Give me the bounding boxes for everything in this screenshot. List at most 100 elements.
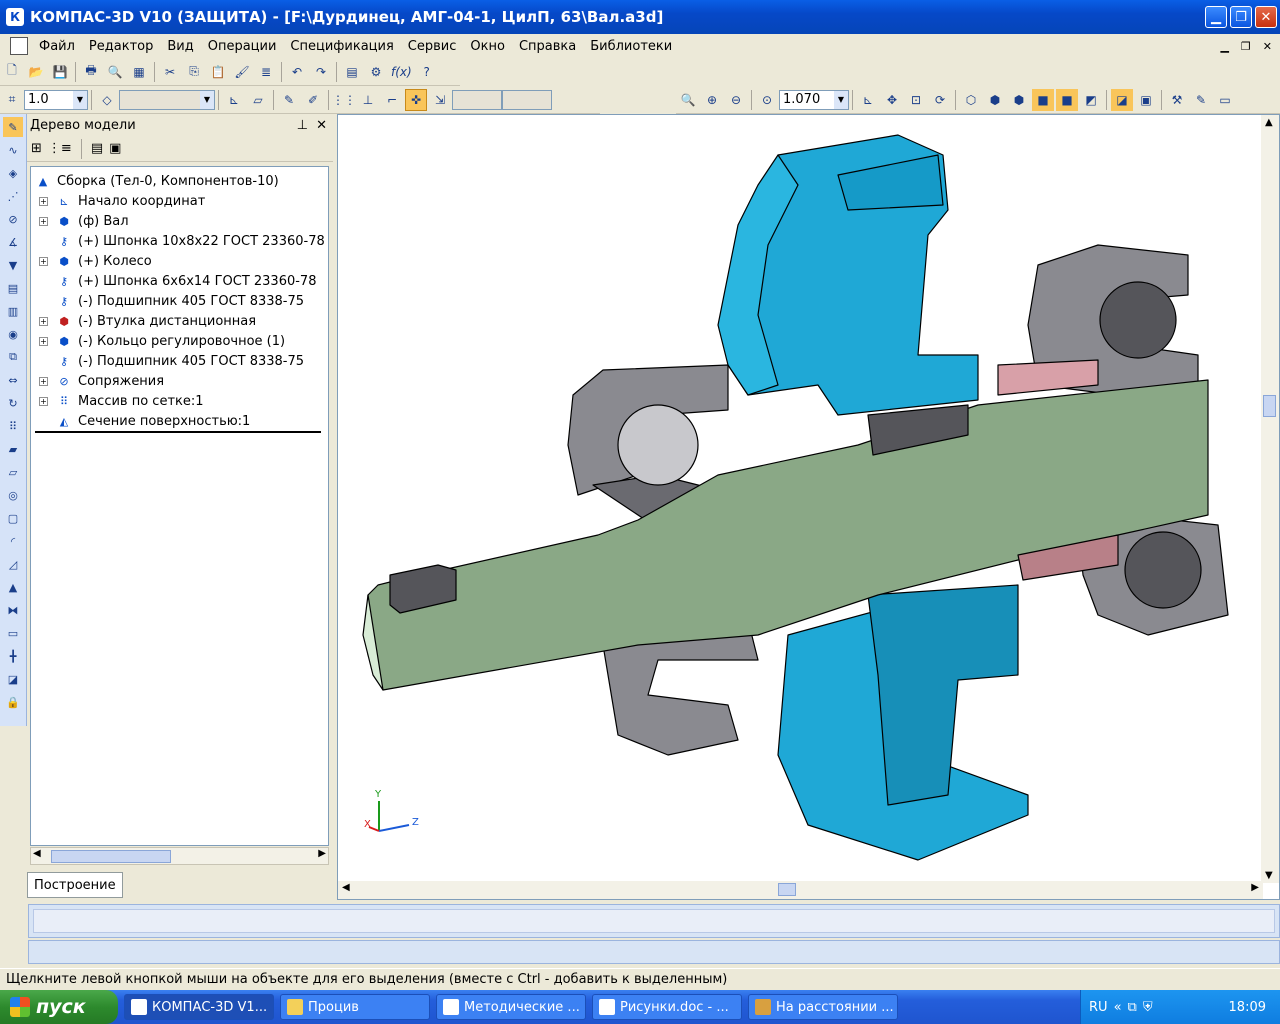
wireframe-icon[interactable]: ⬡ <box>960 89 982 111</box>
edit-sketch-icon[interactable]: ✐ <box>302 89 324 111</box>
print-preview-icon[interactable]: 🔍 <box>104 61 126 83</box>
y-coordinate-field[interactable] <box>502 89 552 110</box>
insert-icon[interactable]: ⧉ <box>3 347 23 367</box>
rounding-icon[interactable]: ⌐ <box>381 89 403 111</box>
expand-icon[interactable]: + <box>39 196 48 206</box>
tree-node-section[interactable]: ◭ Сечение поверхностью:1 <box>56 411 251 431</box>
tree-structure-icon[interactable]: ⊞ <box>31 141 42 156</box>
list-icon[interactable]: ≣ <box>255 61 277 83</box>
layer-icon[interactable]: ◇ <box>96 89 118 111</box>
scroll-thumb[interactable] <box>51 850 171 863</box>
plane-icon[interactable]: ▱ <box>247 89 269 111</box>
section-icon[interactable]: ◪ <box>1111 88 1133 111</box>
tree-window-icon[interactable]: ▣ <box>109 141 121 156</box>
expand-icon[interactable]: + <box>39 316 48 326</box>
maximize-button[interactable]: ❐ <box>1230 6 1252 28</box>
tree-node-wheel[interactable]: + ⬢ (+) Колесо <box>39 251 152 271</box>
mdi-close-icon[interactable]: ✕ <box>1263 40 1272 53</box>
scroll-down-icon[interactable]: ▼ <box>1265 870 1273 881</box>
viewport-vertical-scrollbar[interactable]: ▲ ▼ <box>1261 115 1279 883</box>
grid-icon[interactable]: ⋮⋮ <box>332 89 356 111</box>
zoom-scale-icon[interactable]: ⊙ <box>756 89 778 111</box>
rotate-icon[interactable]: ⟳ <box>929 89 951 111</box>
menu-window[interactable]: Окно <box>463 39 512 54</box>
perspective-icon[interactable]: ◩ <box>1080 89 1102 111</box>
close-button[interactable]: ✕ <box>1255 6 1277 28</box>
zoom-combo[interactable]: 1.070 ▼ <box>779 89 849 110</box>
network-icon[interactable]: ⧉ <box>1128 1000 1137 1015</box>
format-brush-icon[interactable]: 🖌 <box>231 61 253 83</box>
reports-icon[interactable]: ▥ <box>3 301 23 321</box>
sketch-icon[interactable]: ✎ <box>278 89 300 111</box>
task-kompas[interactable]: КОМПАС-3D V1... <box>124 994 274 1020</box>
mates-icon[interactable]: ⊘ <box>3 209 23 229</box>
open-folder-icon[interactable]: 📂 <box>25 61 47 83</box>
zoom-out-icon[interactable]: ⊖ <box>725 89 747 111</box>
undo-icon[interactable]: ↶ <box>286 61 308 83</box>
local-cs-icon[interactable]: ⊾ <box>223 89 245 111</box>
variables-button[interactable]: f(x) <box>389 61 414 83</box>
lock-icon[interactable]: 🔒 <box>3 692 23 712</box>
menu-libraries[interactable]: Библиотеки <box>583 39 679 54</box>
kompas-app-icon[interactable]: К <box>6 8 24 26</box>
tree-node-mates[interactable]: + ⊘ Сопряжения <box>39 371 164 391</box>
language-indicator[interactable]: RU <box>1089 1000 1108 1015</box>
expand-icon[interactable]: + <box>39 256 48 266</box>
start-button[interactable]: пуск <box>0 990 118 1024</box>
orientation-icon[interactable]: ⊾ <box>857 89 879 111</box>
menu-file[interactable]: Файл <box>32 39 82 54</box>
scroll-thumb[interactable] <box>1263 395 1276 417</box>
cut-icon[interactable]: ✂ <box>159 61 181 83</box>
step-combo[interactable]: 1.0 ▼ <box>24 89 88 110</box>
grid-snap-icon[interactable]: ⌗ <box>1 89 23 111</box>
title-bar[interactable]: К КОМПАС-3D V10 (ЗАЩИТА) - [F:\Дурдинец,… <box>0 0 1280 34</box>
shaded-icon[interactable]: ■ <box>1032 88 1054 111</box>
tree-horizontal-scrollbar[interactable]: ◀ ▶ <box>30 847 329 865</box>
copy-icon[interactable]: ⎘ <box>183 61 205 83</box>
no-hidden-lines-icon[interactable]: ⬢ <box>1008 89 1030 111</box>
arrays-icon[interactable]: ⋰ <box>3 186 23 206</box>
tree-node-shaft[interactable]: + ⬢ (ф) Вал <box>39 211 129 231</box>
antivirus-icon[interactable]: ⛨ <box>1143 1000 1153 1015</box>
tree-node-ring[interactable]: + ⬢ (-) Кольцо регулировочное (1) <box>39 331 285 351</box>
scroll-right-icon[interactable]: ▶ <box>1251 882 1259 893</box>
chevron-down-icon[interactable]: ▼ <box>73 90 87 109</box>
shaded-edges-icon[interactable]: ■ <box>1056 88 1078 111</box>
tree-node-key-6x6x14[interactable]: ⚷ (+) Шпонка 6x6x14 ГОСТ 23360-78 <box>56 271 317 291</box>
mdi-minimize-icon[interactable]: ▁ <box>1220 40 1228 53</box>
display-icon[interactable]: ▣ <box>1135 89 1157 111</box>
curves-icon[interactable]: ∿ <box>3 140 23 160</box>
tree-node-key-10x8x22[interactable]: ⚷ (+) Шпонка 10x8x22 ГОСТ 23360-78 <box>56 231 325 251</box>
scroll-left-icon[interactable]: ◀ <box>33 848 41 859</box>
coordinates-icon[interactable]: ⇲ <box>429 89 451 111</box>
tree-node-bearing-1[interactable]: ⚷ (-) Подшипник 405 ГОСТ 8338-75 <box>56 291 304 311</box>
redo-icon[interactable]: ↷ <box>310 61 332 83</box>
snap-icon[interactable]: ✜ <box>405 88 427 111</box>
move-icon[interactable]: ⇔ <box>3 370 23 390</box>
plane-offset-icon[interactable]: ▭ <box>3 623 23 643</box>
tools-icon[interactable]: ⚒ <box>1166 89 1188 111</box>
paste-icon[interactable]: 📋 <box>207 61 229 83</box>
tray-expand-icon[interactable]: « <box>1114 1000 1122 1015</box>
section-plane-icon[interactable]: ◪ <box>3 669 23 689</box>
pan-icon[interactable]: ✥ <box>881 89 903 111</box>
tree-node-origin[interactable]: + ⊾ Начало координат <box>39 191 205 211</box>
tree-node-spacer[interactable]: + ⬢ (-) Втулка дистанционная <box>39 311 256 331</box>
tree-filter-icon[interactable]: ⋮≡ <box>48 141 72 156</box>
menu-service[interactable]: Сервис <box>401 39 464 54</box>
grid-array-icon[interactable]: ⠿ <box>3 416 23 436</box>
component-icon[interactable]: ◉ <box>3 324 23 344</box>
cut-extrude-icon[interactable]: ▱ <box>3 462 23 482</box>
task-procyv[interactable]: Процив <box>280 994 430 1020</box>
menu-operations[interactable]: Операции <box>201 39 284 54</box>
show-all-icon[interactable]: ⊡ <box>905 89 927 111</box>
pin-icon[interactable]: ⊥ <box>297 118 308 133</box>
axis-icon[interactable]: ╋ <box>3 646 23 666</box>
document-icon[interactable] <box>10 37 28 55</box>
zoom-window-icon[interactable]: 🔍 <box>677 89 699 111</box>
menu-view[interactable]: Вид <box>160 39 200 54</box>
rotate-comp-icon[interactable]: ↻ <box>3 393 23 413</box>
task-pictures-doc[interactable]: Рисунки.doc - ... <box>592 994 742 1020</box>
x-coordinate-field[interactable] <box>452 89 502 110</box>
expand-icon[interactable]: + <box>39 396 48 406</box>
